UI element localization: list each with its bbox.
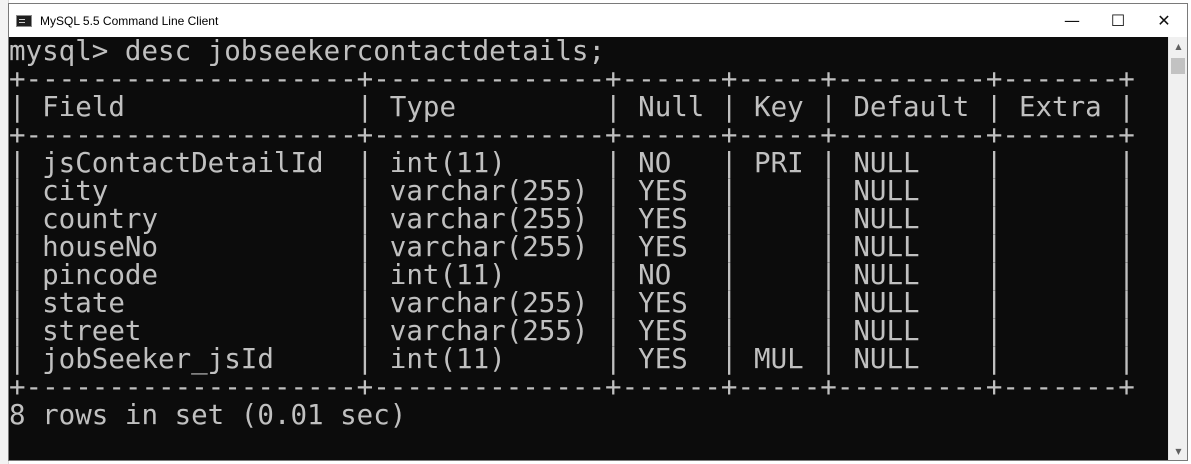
console-app-icon[interactable] [16,14,32,27]
command-line: mysql> desc jobseekercontactdetails; [9,37,606,67]
table-row: | country | varchar(255) | YES | | NULL … [9,203,1135,235]
table-row: | jsContactDetailId | int(11) | NO | PRI… [9,147,1135,179]
vertical-scrollbar[interactable]: ▲ ▼ [1168,37,1187,460]
table-border-bottom: +--------------------+--------------+---… [9,371,1135,403]
table-border-top: +--------------------+--------------+---… [9,63,1135,95]
scroll-down-arrow-icon[interactable]: ▼ [1169,442,1188,460]
minimize-button[interactable]: — [1049,4,1095,37]
result-summary: 8 rows in set (0.01 sec) [9,399,407,431]
table-header-row: | Field | Type | Null | Key | Default | … [9,91,1135,123]
table-row: | street | varchar(255) | YES | | NULL |… [9,315,1135,347]
table-row: | state | varchar(255) | YES | | NULL | … [9,287,1135,319]
maximize-button[interactable]: ☐ [1095,4,1141,37]
close-button[interactable]: ✕ [1141,4,1187,37]
console-window: MySQL 5.5 Command Line Client — ☐ ✕ mysq… [8,3,1188,461]
window-controls: — ☐ ✕ [1049,4,1187,37]
table-row: | houseNo | varchar(255) | YES | | NULL … [9,231,1135,263]
scroll-up-arrow-icon[interactable]: ▲ [1169,37,1188,55]
window-title: MySQL 5.5 Command Line Client [40,13,219,28]
terminal-output[interactable]: mysql> desc jobseekercontactdetails; +--… [9,37,1168,460]
scrollbar-thumb[interactable] [1171,58,1185,74]
title-bar[interactable]: MySQL 5.5 Command Line Client — ☐ ✕ [9,4,1187,37]
table-row: | jobSeeker_jsId | int(11) | YES | MUL |… [9,343,1135,375]
table-header-separator: +--------------------+--------------+---… [9,119,1135,151]
table-row: | pincode | int(11) | NO | | NULL | | [9,259,1135,291]
table-row: | city | varchar(255) | YES | | NULL | | [9,175,1135,207]
